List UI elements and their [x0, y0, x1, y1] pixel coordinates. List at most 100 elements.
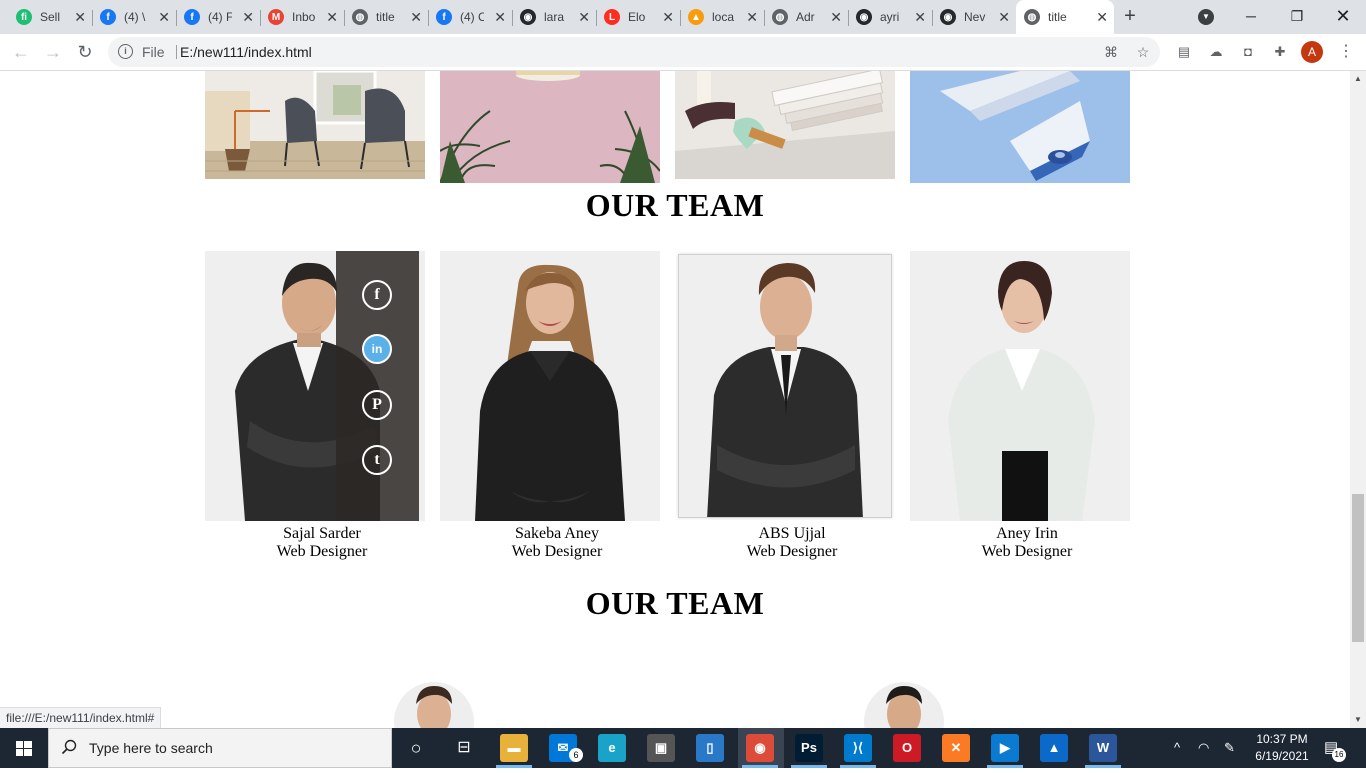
scroll-down-arrow[interactable]: ▼: [1354, 715, 1362, 724]
back-button[interactable]: ←: [9, 40, 33, 64]
edge-icon[interactable]: e: [598, 734, 626, 762]
pinterest-icon[interactable]: P: [362, 390, 392, 420]
extension-icon[interactable]: ☁: [1207, 43, 1225, 61]
app-icon[interactable]: ▯: [696, 734, 724, 762]
url-text[interactable]: E:/new111/index.html: [180, 44, 312, 60]
tab-close-icon[interactable]: ✕: [746, 9, 758, 25]
tab-close-icon[interactable]: ✕: [494, 9, 506, 25]
facebook-icon: f: [436, 9, 452, 25]
system-clock[interactable]: 10:37 PM 6/19/2021: [1250, 731, 1314, 765]
tab-title: title: [1048, 10, 1067, 24]
store-icon[interactable]: ▣: [647, 734, 675, 762]
reload-button[interactable]: ↻: [73, 40, 97, 64]
bookmark-star-icon[interactable]: ☆: [1134, 43, 1152, 61]
page-viewport: OUR TEAM f in P t Sajal Sarder Web Desig…: [0, 71, 1350, 728]
restore-button[interactable]: ❐: [1274, 4, 1320, 30]
browser-toolbar: ← → ↻ i File E:/new111/index.html ⌘ ☆ ▤ …: [0, 34, 1366, 71]
taskbar-search[interactable]: Type here to search: [48, 728, 392, 768]
chrome-icon[interactable]: ◉: [746, 734, 774, 762]
tab-close-icon[interactable]: ✕: [242, 9, 254, 25]
chrome-menu-icon[interactable]: ⋮: [1338, 41, 1354, 63]
member-name: Aney Irin: [996, 525, 1058, 542]
member-caption-3: ABS Ujjal Web Designer: [682, 525, 902, 561]
xampp-icon[interactable]: ✕: [942, 734, 970, 762]
tab-close-icon[interactable]: ✕: [410, 9, 422, 25]
network-icon[interactable]: ◠: [1198, 740, 1209, 756]
globe-icon: ◍: [1024, 9, 1040, 25]
browser-tab[interactable]: M Inbo ✕: [260, 0, 344, 34]
team-card-abs[interactable]: [678, 254, 892, 518]
link-status-bar: file:///E:/new111/index.html#: [0, 707, 162, 728]
browser-tab[interactable]: f (4) F ✕: [176, 0, 260, 34]
address-bar[interactable]: i File E:/new111/index.html ⌘ ☆: [108, 37, 1160, 67]
new-tab-button[interactable]: +: [1118, 5, 1142, 29]
tab-search-icon[interactable]: ▼: [1198, 9, 1214, 25]
team-section-title: OUR TEAM: [585, 187, 765, 223]
tab-close-icon[interactable]: ✕: [158, 9, 170, 25]
scroll-up-arrow[interactable]: ▲: [1354, 74, 1362, 83]
facebook-icon: f: [184, 9, 200, 25]
close-window-button[interactable]: ✕: [1320, 4, 1366, 30]
tab-close-icon[interactable]: ✕: [1096, 9, 1108, 25]
extensions-puzzle-icon[interactable]: ✚: [1271, 43, 1289, 61]
page-scrollbar[interactable]: ▲ ▼: [1350, 71, 1366, 728]
mail-badge: 6: [569, 748, 583, 762]
show-hidden-icons[interactable]: ^: [1174, 740, 1180, 755]
screenshot-extension-icon[interactable]: ◘: [1239, 43, 1257, 61]
word-icon[interactable]: W: [1089, 734, 1117, 762]
member-name: Sajal Sarder: [283, 525, 361, 542]
tab-close-icon[interactable]: ✕: [914, 9, 926, 25]
vscode-icon[interactable]: ⟩⟨: [844, 734, 872, 762]
forward-button[interactable]: →: [41, 40, 65, 64]
pdf-extension-icon[interactable]: ▤: [1175, 43, 1193, 61]
gallery-image-stationery: [910, 71, 1130, 183]
site-info-icon[interactable]: i: [118, 44, 133, 59]
cortana-icon[interactable]: ○: [402, 734, 430, 762]
scrollbar-thumb[interactable]: [1352, 494, 1364, 642]
browser-tab[interactable]: ◍ Adr ✕: [764, 0, 848, 34]
browser-tab[interactable]: f (4) \ ✕: [92, 0, 176, 34]
tab-close-icon[interactable]: ✕: [578, 9, 590, 25]
minimize-button[interactable]: ─: [1228, 4, 1274, 30]
tab-close-icon[interactable]: ✕: [830, 9, 842, 25]
photos-icon[interactable]: ▲: [1040, 734, 1068, 762]
tab-close-icon[interactable]: ✕: [998, 9, 1010, 25]
member-name: ABS Ujjal: [758, 525, 826, 542]
movies-icon[interactable]: ▶: [991, 734, 1019, 762]
photoshop-icon[interactable]: Ps: [795, 734, 823, 762]
browser-tab[interactable]: L Elo ✕: [596, 0, 680, 34]
browser-tab[interactable]: ▲ loca ✕: [680, 0, 764, 34]
facebook-icon[interactable]: f: [362, 280, 392, 310]
tab-strip: fi Sell ✕ f (4) \ ✕ f (4) F ✕ M Inbo ✕ ◍ title ✕ f (4) C…: [0, 0, 1366, 34]
twitter-icon[interactable]: t: [362, 445, 392, 475]
search-placeholder: Type here to search: [89, 740, 213, 756]
tab-close-icon[interactable]: ✕: [326, 9, 338, 25]
browser-tab[interactable]: fi Sell ✕: [8, 0, 92, 34]
tab-close-icon[interactable]: ✕: [662, 9, 674, 25]
member-role: Web Designer: [981, 543, 1073, 560]
omnibox-divider: [176, 45, 177, 59]
opera-icon[interactable]: O: [893, 734, 921, 762]
browser-tab[interactable]: ◍ title ✕: [344, 0, 428, 34]
task-view-icon[interactable]: ⊟: [450, 734, 478, 762]
member-name: Sakeba Aney: [515, 525, 599, 542]
team-card-aney[interactable]: [910, 251, 1130, 521]
browser-tab[interactable]: f (4) C ✕: [428, 0, 512, 34]
start-button[interactable]: [0, 728, 48, 768]
team-card-sakeba[interactable]: [440, 251, 660, 521]
team-card-sajal[interactable]: f in P t: [205, 251, 425, 521]
browser-tab[interactable]: ◉ lara ✕: [512, 0, 596, 34]
browser-tab[interactable]: ◍ title ✕: [1016, 0, 1114, 34]
tab-title: ayri: [880, 10, 900, 24]
tab-title: title: [376, 10, 395, 24]
translate-icon[interactable]: ⌘: [1102, 43, 1120, 61]
linkedin-icon[interactable]: in: [362, 334, 392, 364]
round-avatar-2: [864, 682, 944, 728]
file-explorer-icon[interactable]: ▬: [500, 734, 528, 762]
profile-avatar[interactable]: A: [1301, 41, 1323, 63]
browser-tab[interactable]: ◉ ayri ✕: [848, 0, 932, 34]
tab-title: Adr: [796, 10, 815, 24]
tab-close-icon[interactable]: ✕: [74, 9, 86, 25]
pen-icon[interactable]: ✎: [1224, 740, 1235, 756]
browser-tab[interactable]: ◉ Nev ✕: [932, 0, 1016, 34]
